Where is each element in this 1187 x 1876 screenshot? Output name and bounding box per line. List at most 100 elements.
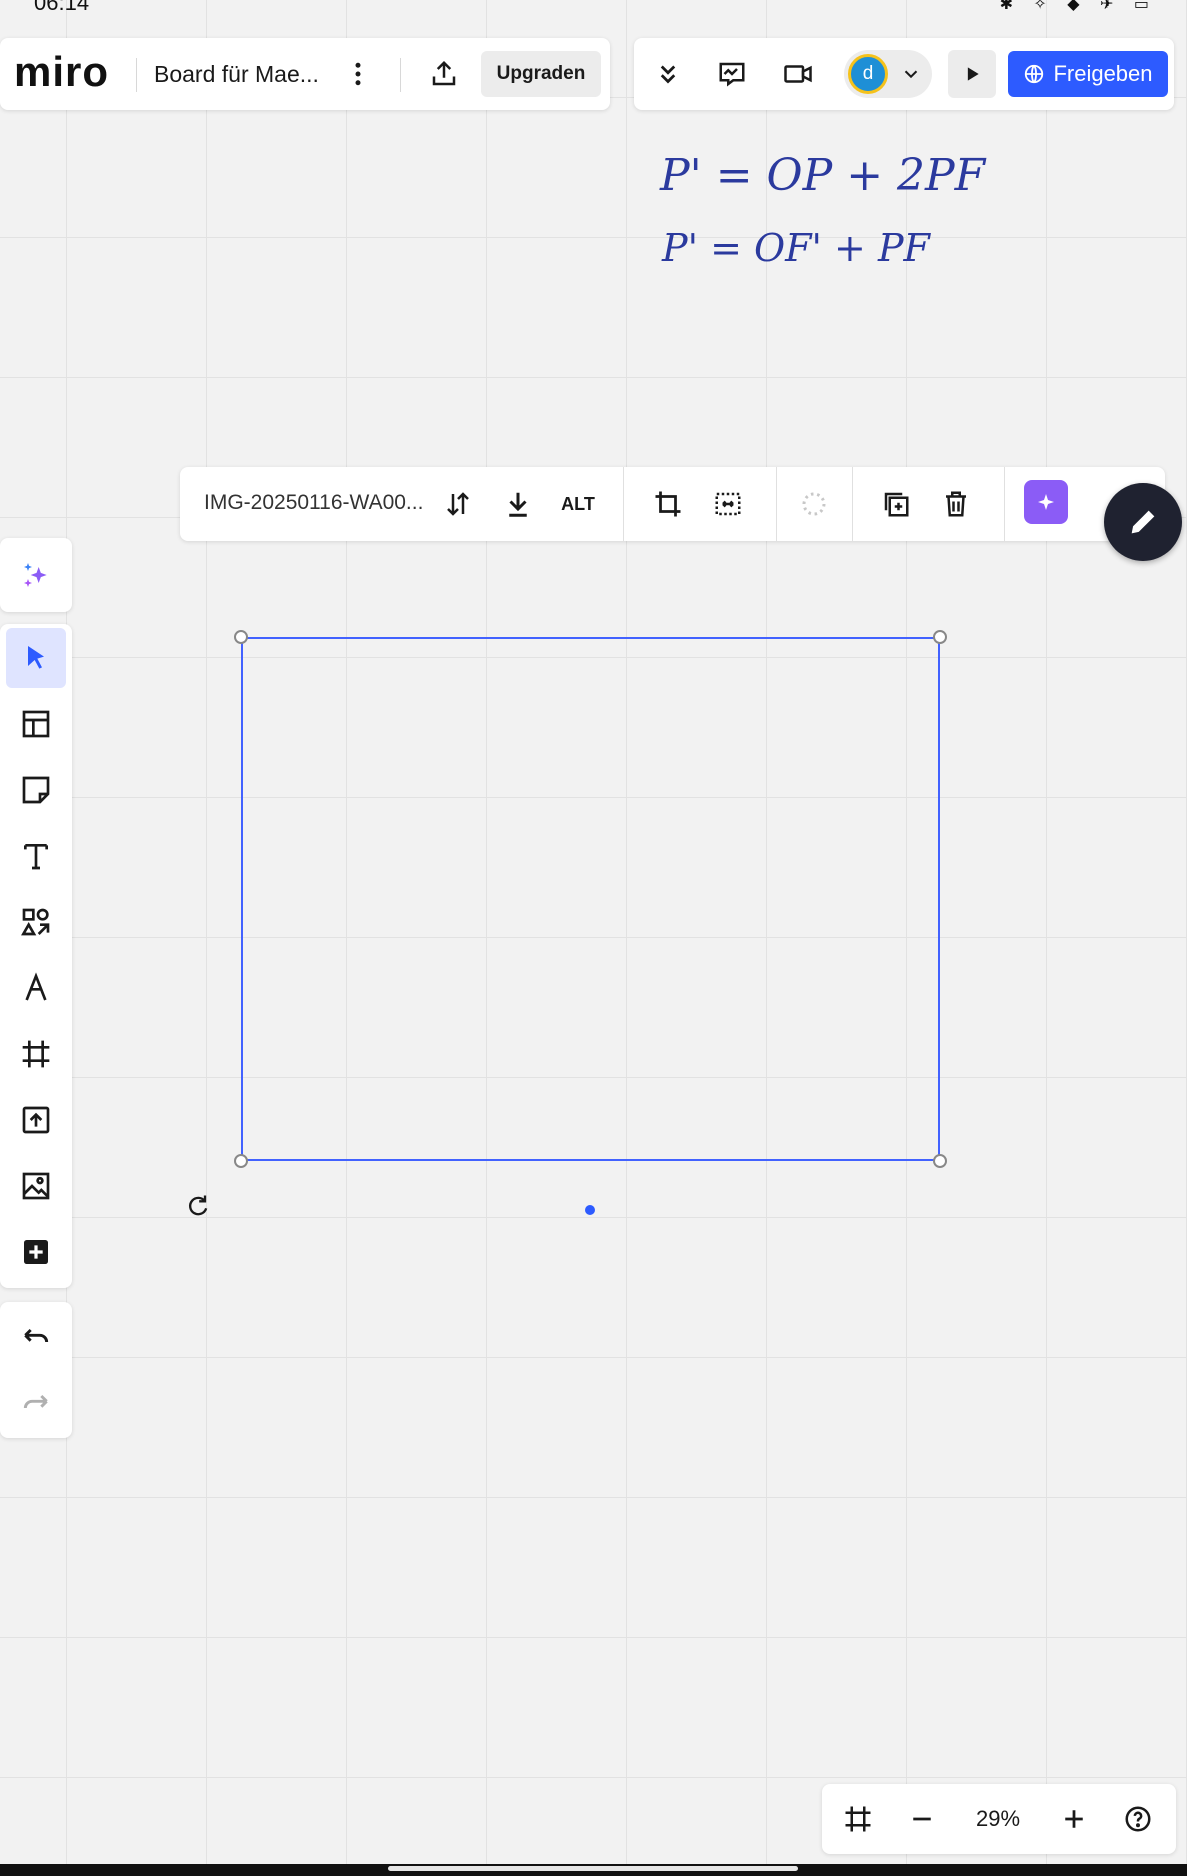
shapes-icon (21, 908, 50, 936)
loading-icon (802, 492, 826, 516)
alt-text-button[interactable]: ALT (554, 480, 602, 528)
text-tool[interactable] (6, 826, 66, 886)
upload-icon (22, 1106, 50, 1134)
zoom-level[interactable]: 29% (976, 1806, 1020, 1832)
undo-button[interactable] (6, 1308, 66, 1368)
frames-button[interactable] (834, 1795, 882, 1843)
tools-panel (0, 624, 72, 1288)
frames-icon (845, 1806, 871, 1832)
system-bar (0, 1864, 1187, 1876)
image-tool[interactable] (6, 1156, 66, 1216)
header-right-panel: d Freigeben (634, 38, 1174, 110)
avatar: d (848, 54, 888, 94)
templates-tool[interactable] (6, 694, 66, 754)
pen-icon (25, 972, 47, 1001)
frame-tool[interactable] (6, 1024, 66, 1084)
resize-handle-bottom-left[interactable] (234, 1154, 248, 1168)
toolbar-divider-3 (852, 467, 853, 541)
zoom-in-button[interactable] (1050, 1795, 1098, 1843)
rotate-handle[interactable] (184, 1192, 212, 1220)
handwriting-line-1[interactable]: P' = OP + 2PF (660, 150, 985, 201)
video-button[interactable] (774, 50, 822, 98)
resize-handle-bottom-right[interactable] (933, 1154, 947, 1168)
redo-button[interactable] (6, 1374, 66, 1434)
shapes-tool[interactable] (6, 892, 66, 952)
chevrons-down-icon (660, 65, 676, 84)
text-icon (24, 844, 48, 870)
select-tool[interactable] (6, 628, 66, 688)
share-button[interactable]: Freigeben (1008, 51, 1168, 97)
pen-icon (1131, 510, 1155, 534)
status-time: 06:14 (34, 0, 90, 15)
connection-point[interactable] (585, 1205, 595, 1215)
header-divider (136, 58, 137, 92)
context-toolbar: IMG-20250116-WA00... ALT (180, 467, 1165, 541)
loading-indicator (790, 480, 838, 528)
trash-icon (946, 491, 966, 517)
rotate-icon (189, 1195, 208, 1216)
upload-tool[interactable] (6, 1090, 66, 1150)
redo-icon (23, 1394, 48, 1409)
chevron-down-icon (904, 70, 918, 79)
ai-sparkle-icon (1038, 494, 1054, 510)
download-icon (509, 492, 527, 517)
comment-button[interactable] (708, 50, 756, 98)
upgrade-button[interactable]: Upgraden (481, 51, 601, 97)
fit-button[interactable] (704, 480, 752, 528)
resize-handle-top-left[interactable] (234, 630, 248, 644)
history-panel (0, 1302, 72, 1438)
duplicate-button[interactable] (872, 480, 920, 528)
replace-image-button[interactable] (434, 480, 482, 528)
board-title[interactable]: Board für Mae... (154, 61, 319, 88)
selected-image[interactable] (241, 637, 940, 1161)
miro-logo[interactable]: miro (14, 48, 109, 96)
file-name[interactable]: IMG-20250116-WA00... (204, 491, 423, 515)
present-button[interactable] (948, 50, 996, 98)
export-icon (432, 60, 456, 86)
alt-label: ALT (561, 493, 595, 514)
zoom-out-icon (913, 1817, 931, 1821)
toolbar-divider-4 (1004, 467, 1005, 541)
fit-icon (715, 492, 741, 516)
replace-icon (447, 492, 469, 516)
header-left-panel: miro Board für Mae... Upgraden (0, 38, 610, 110)
resize-handle-top-right[interactable] (933, 630, 947, 644)
upgrade-label: Upgraden (496, 63, 586, 84)
undo-icon (24, 1328, 49, 1343)
ai-tool-panel (0, 538, 72, 612)
zoom-in-icon (1065, 1810, 1083, 1828)
templates-icon (22, 710, 50, 738)
sticky-note-icon (22, 776, 50, 804)
crop-button[interactable] (644, 480, 692, 528)
select-icon (28, 646, 44, 669)
zoom-out-button[interactable] (898, 1795, 946, 1843)
home-indicator[interactable] (388, 1866, 798, 1871)
collapse-button[interactable] (644, 50, 692, 98)
help-button[interactable] (1114, 1795, 1162, 1843)
handwriting-line-2[interactable]: P' = OF' + PF (662, 226, 930, 270)
toolbar-divider-1 (623, 467, 624, 541)
help-icon (1125, 1806, 1151, 1832)
board-menu-button[interactable] (334, 50, 382, 98)
toolbar-divider-2 (776, 467, 777, 541)
ai-tool-button[interactable] (6, 545, 66, 605)
sticky-note-tool[interactable] (6, 760, 66, 820)
globe-icon (1025, 64, 1044, 84)
ai-button[interactable] (1024, 480, 1068, 524)
collaborator-menu[interactable]: d (844, 50, 932, 98)
status-icons: ✱ ✧ ◆ ✈ ▭ (999, 0, 1157, 13)
header-divider-2 (400, 58, 401, 92)
avatar-initial: d (862, 63, 874, 84)
share-label: Freigeben (1053, 61, 1153, 86)
crop-icon (655, 491, 681, 517)
pen-tool[interactable] (6, 958, 66, 1018)
zoom-panel: 29% (822, 1784, 1176, 1854)
download-button[interactable] (494, 480, 542, 528)
comment-icon (719, 62, 745, 87)
video-icon (784, 65, 812, 83)
more-apps-tool[interactable] (6, 1222, 66, 1282)
pen-fab[interactable] (1104, 483, 1182, 561)
delete-button[interactable] (932, 480, 980, 528)
frame-icon (22, 1040, 50, 1068)
export-button[interactable] (420, 50, 468, 98)
